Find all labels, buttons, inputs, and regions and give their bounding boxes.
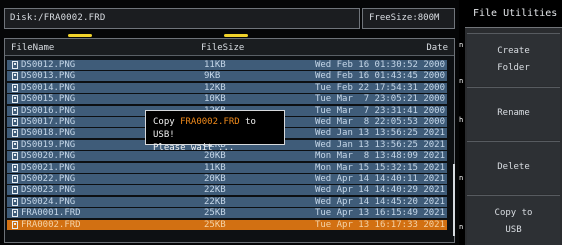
file-name: DS0014.PNG <box>21 82 76 93</box>
file-icon <box>12 197 18 206</box>
accent-marker <box>224 34 248 37</box>
file-icon <box>12 61 18 69</box>
file-date: Wed Feb 16 01:30:52 2000 <box>314 60 445 70</box>
file-icon <box>12 186 18 195</box>
free-size-text: FreeSize:800M <box>369 13 440 23</box>
file-row[interactable]: DS0024.PNG 22KB Wed Apr 14 14:45:20 2021 <box>7 196 447 207</box>
file-date: Wed Jan 13 13:56:25 2021 <box>314 128 445 139</box>
file-date: Wed Apr 14 14:40:11 2021 <box>314 174 445 184</box>
file-date: Tue Feb 22 17:54:31 2000 <box>314 82 445 93</box>
file-name: DS0018.PNG <box>21 128 76 139</box>
file-date: Wed Feb 16 01:43:45 2000 <box>314 71 445 82</box>
file-date: Tue Apr 13 16:15:49 2021 <box>314 208 445 219</box>
scrollbar[interactable] <box>453 164 455 236</box>
file-row[interactable]: DS0021.PNG 11KB Mon Mar 15 15:32:15 2021 <box>7 162 447 173</box>
file-date: Wed Mar 8 22:05:53 2000 <box>314 117 445 127</box>
file-icon <box>12 95 18 104</box>
file-name: DS0019.PNG <box>21 139 76 150</box>
file-icon <box>12 220 18 229</box>
file-date: Wed Apr 14 14:45:20 2021 <box>314 196 445 207</box>
file-size: 9KB <box>204 71 221 82</box>
file-name: DS0015.PNG <box>21 94 76 105</box>
file-row[interactable]: DS0014.PNG 12KB Tue Feb 22 17:54:31 2000 <box>7 82 447 93</box>
file-date: Mon Mar 8 13:48:09 2021 <box>314 151 445 162</box>
file-size: 11KB <box>204 60 226 70</box>
button-label: USB <box>505 225 522 235</box>
file-icon <box>12 140 18 149</box>
rename-button[interactable]: Rename <box>467 87 560 140</box>
file-name: DS0013.PNG <box>21 71 76 82</box>
file-size: 11KB <box>204 162 226 173</box>
path-bar: Disk:/FRA0002.FRD <box>4 8 360 29</box>
file-row[interactable]: FRA0001.FRD 25KB Tue Apr 13 16:15:49 2021 <box>7 208 447 219</box>
button-label: Delete <box>497 162 530 172</box>
file-icon <box>12 175 18 183</box>
column-header-filename[interactable]: FileName <box>11 43 54 53</box>
copy-to-usb-button[interactable]: Copy to USB <box>467 195 560 245</box>
delete-button[interactable]: Delete <box>467 141 560 194</box>
accent-marker <box>68 34 92 37</box>
copy-status-dialog: Copy FRA0002.FRD to USB! Please wait ... <box>145 110 285 153</box>
create-folder-button[interactable]: Create Folder <box>467 33 560 86</box>
softkey-menu: File Utilities Create Folder Rename Dele… <box>465 0 562 245</box>
file-date: Mon Mar 15 15:32:15 2021 <box>314 162 445 173</box>
file-size: 20KB <box>204 174 226 184</box>
file-name: FRA0001.FRD <box>21 208 81 219</box>
file-icon <box>12 163 18 172</box>
file-row[interactable]: DS0012.PNG 11KB Wed Feb 16 01:30:52 2000 <box>7 60 447 70</box>
file-icon <box>12 83 18 92</box>
dialog-message: Copy FRA0002.FRD to USB! <box>153 116 277 142</box>
file-size: 25KB <box>204 219 226 230</box>
file-date: Tue Apr 13 16:17:33 2021 <box>314 219 445 230</box>
file-row[interactable]: FRA0002.FRD 25KB Tue Apr 13 16:17:33 2021 <box>7 219 447 230</box>
file-row[interactable]: DS0023.PNG 22KB Wed Apr 14 14:40:29 2021 <box>7 185 447 196</box>
free-size-bar: FreeSize:800M <box>362 8 455 29</box>
file-name: DS0020.PNG <box>21 151 76 162</box>
file-list-header: FileName FileSize Date <box>5 39 454 56</box>
column-header-filesize[interactable]: FileSize <box>201 43 244 53</box>
file-name: DS0022.PNG <box>21 174 76 184</box>
file-name: DS0023.PNG <box>21 185 76 196</box>
file-row[interactable]: DS0022.PNG 20KB Wed Apr 14 14:40:11 2021 <box>7 174 447 184</box>
button-label: Folder <box>497 63 530 73</box>
file-icon <box>12 129 18 138</box>
file-browser: Disk:/FRA0002.FRD FreeSize:800M FileName… <box>0 0 459 245</box>
file-icon <box>12 152 18 161</box>
file-icon <box>12 106 18 115</box>
file-name: DS0021.PNG <box>21 162 76 173</box>
file-date: Tue Mar 7 23:31:41 2000 <box>314 105 445 116</box>
button-label: Create <box>497 46 530 56</box>
file-name: DS0012.PNG <box>21 60 76 70</box>
file-date: Wed Apr 14 14:40:29 2021 <box>314 185 445 196</box>
file-icon <box>12 118 18 126</box>
path-text: Disk:/FRA0002.FRD <box>10 13 106 23</box>
button-label: Copy to <box>494 208 533 218</box>
file-name: DS0017.PNG <box>21 117 76 127</box>
file-name: DS0024.PNG <box>21 196 76 207</box>
file-size: 22KB <box>204 196 226 207</box>
file-size: 25KB <box>204 208 226 219</box>
file-row[interactable]: DS0015.PNG 10KB Tue Mar 7 23:05:21 2000 <box>7 94 447 105</box>
dialog-wait-text: Please wait ... <box>153 143 235 153</box>
file-name: FRA0002.FRD <box>21 219 81 230</box>
file-size: 10KB <box>204 94 226 105</box>
file-size: 12KB <box>204 82 226 93</box>
file-size: 22KB <box>204 185 226 196</box>
column-header-date[interactable]: Date <box>426 43 448 53</box>
file-icon <box>12 209 18 218</box>
menu-title-text: File Utilities <box>473 8 558 19</box>
file-row[interactable]: DS0013.PNG 9KB Wed Feb 16 01:43:45 2000 <box>7 71 447 82</box>
dialog-filename: FRA0002.FRD <box>180 117 240 127</box>
file-icon <box>12 72 18 81</box>
button-label: Rename <box>497 108 530 118</box>
file-date: Wed Jan 13 13:56:25 2021 <box>314 139 445 150</box>
file-date: Tue Mar 7 23:05:21 2000 <box>314 94 445 105</box>
menu-title: File Utilities <box>465 0 562 28</box>
file-name: DS0016.PNG <box>21 105 76 116</box>
dialog-prefix: Copy <box>153 117 181 127</box>
